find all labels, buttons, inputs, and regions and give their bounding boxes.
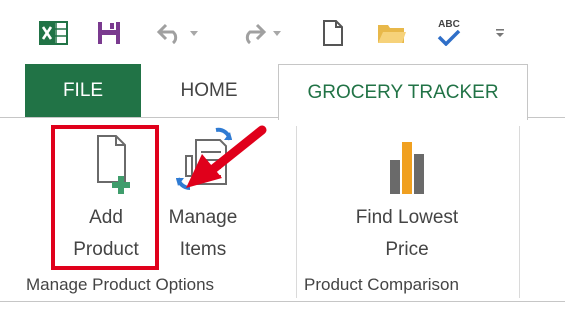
spelling-text: ABC: [438, 19, 460, 30]
quick-access-toolbar: ABC: [0, 0, 565, 64]
tab-file[interactable]: FILE: [25, 64, 141, 118]
open-folder-icon[interactable]: [376, 18, 408, 48]
excel-logo-icon[interactable]: [38, 18, 68, 48]
manage-items-label-line2: Items: [179, 239, 227, 260]
spelling-check-icon[interactable]: ABC: [432, 18, 466, 48]
group-product-comparison: Find Lowest Price Product Comparison: [297, 118, 519, 301]
find-lowest-price-button[interactable]: Find Lowest Price: [332, 126, 482, 266]
manage-items-label-line1: Manage: [168, 207, 238, 228]
tab-home[interactable]: HOME: [141, 64, 277, 118]
customize-toolbar-icon[interactable]: [493, 18, 507, 48]
new-document-icon[interactable]: [320, 18, 346, 48]
annotation-arrow-icon: [186, 125, 267, 188]
find-lowest-price-label-line2: Price: [385, 239, 429, 260]
save-icon[interactable]: [94, 18, 124, 48]
group-label-manage-product-options: Manage Product Options: [26, 275, 215, 294]
find-lowest-price-label-line1: Find Lowest: [355, 207, 459, 228]
undo-icon[interactable]: [155, 18, 185, 48]
tab-grocery-tracker[interactable]: GROCERY TRACKER: [278, 64, 528, 120]
annotation-highlight-box: [51, 125, 159, 270]
ribbon-tab-bar: FILE HOME GROCERY TRACKER: [0, 64, 565, 120]
worksheet-area: [0, 302, 565, 322]
redo-icon[interactable]: [238, 18, 268, 48]
dropdown-arrow-icon[interactable]: [270, 18, 284, 48]
bar-chart-icon: [390, 142, 424, 194]
group-separator: [519, 126, 520, 298]
group-label-product-comparison: Product Comparison: [304, 275, 459, 294]
dropdown-arrow-icon[interactable]: [187, 18, 201, 48]
